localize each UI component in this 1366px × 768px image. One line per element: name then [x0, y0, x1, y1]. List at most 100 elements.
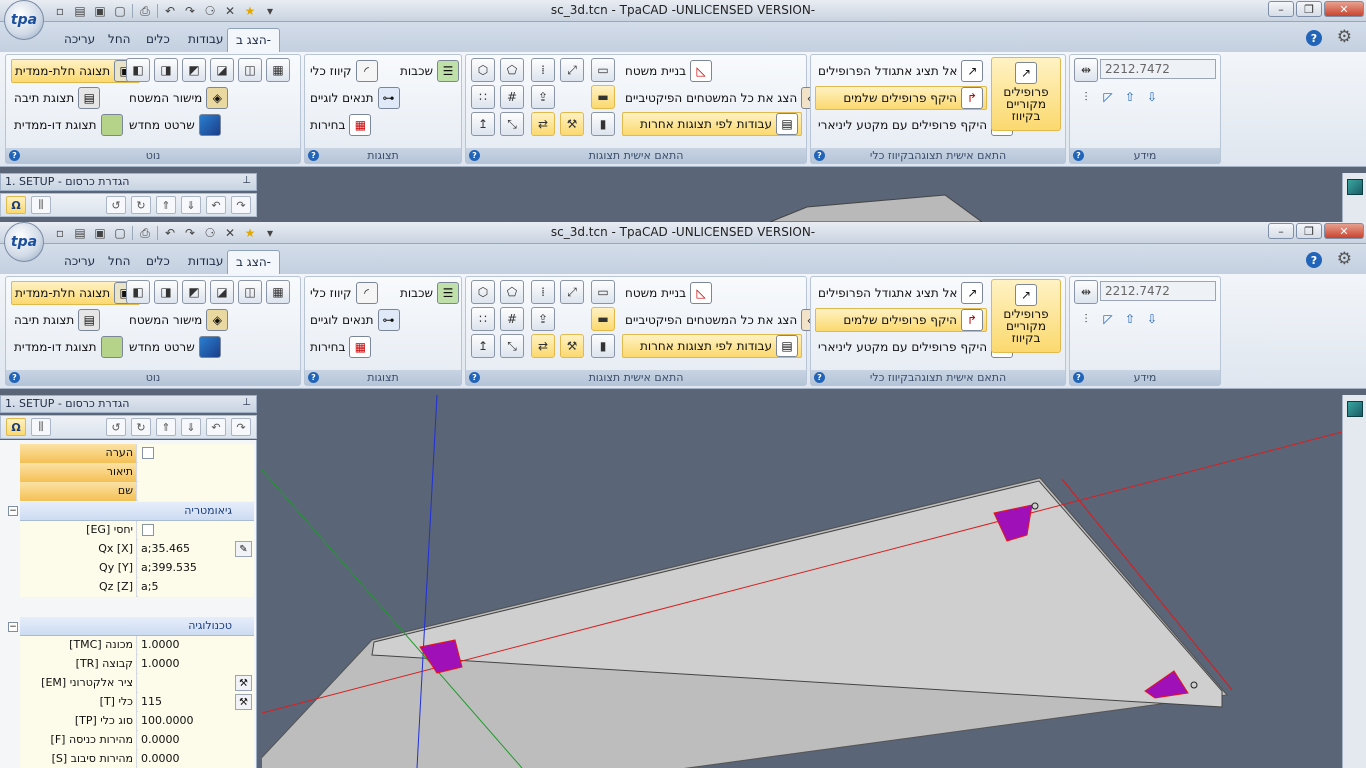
expand-icon[interactable]: ⤢ [560, 280, 584, 304]
arrow-select-icon[interactable]: ◸ [1096, 85, 1120, 109]
face-plane-button[interactable]: ◈ מישור המשטח [126, 308, 231, 332]
geometry-section-header[interactable]: גיאומטריה [20, 502, 254, 521]
property-row-speed[interactable]: 0.0000 מהירות סיבוב [S] [20, 750, 254, 768]
logic-conditions-button[interactable]: ⊶ תנאים לוגיים [307, 308, 403, 332]
redraw-button[interactable]: שרטט מחדש [126, 335, 224, 359]
tab-tools[interactable]: כלים [138, 28, 178, 52]
qy-value[interactable]: a;399.535 [138, 559, 254, 578]
upload-icon[interactable]: ⇪ [531, 85, 555, 109]
original-profiles-button[interactable]: ↗ פרופילים מקוריים בקיווז [991, 57, 1061, 131]
collapse-technology-icon[interactable]: − [8, 622, 18, 632]
help-icon[interactable]: ? [469, 372, 480, 383]
close-button[interactable]: ✕ [1324, 223, 1364, 239]
property-row-qz[interactable]: a;5 Qz [Z] [20, 578, 254, 597]
grid-points-icon[interactable]: ⁞ [531, 58, 555, 82]
property-row-qx[interactable]: a;35.465 ✎ Qx [X] [20, 540, 254, 559]
export-icon[interactable]: ⇧ [1118, 307, 1142, 331]
view-face-4-icon[interactable]: ◪ [210, 58, 234, 82]
note-checkbox[interactable] [142, 447, 154, 459]
linear-profiles-button[interactable]: ↱היקף פרופילים עם מקטע ליניארי [815, 335, 1016, 359]
view-face-2-icon[interactable]: ◨ [154, 280, 178, 304]
comb-icon[interactable]: ⫼ [31, 418, 51, 436]
view-face-5-icon[interactable]: ◫ [238, 280, 262, 304]
2d-view-button[interactable]: תצוגת דו-ממדית [11, 113, 126, 137]
view-face-2-icon[interactable]: ◨ [154, 58, 178, 82]
face-layer-icon[interactable]: ▬ [591, 85, 615, 109]
box-view-button[interactable]: ▤ תצוגת תיבה [11, 86, 103, 110]
help-icon[interactable]: ? [1073, 150, 1084, 161]
tab-works[interactable]: עבודות [180, 250, 231, 274]
help-icon[interactable]: ? [814, 372, 825, 383]
view-face-4-icon[interactable]: ◪ [210, 280, 234, 304]
polygon-icon[interactable]: ⬠ [500, 58, 524, 82]
property-row-name[interactable]: שם [20, 482, 254, 501]
collapse-geometry-icon[interactable]: − [8, 506, 18, 516]
pin-icon[interactable]: ⊥ [242, 175, 251, 186]
move-down-icon[interactable]: ⇓ [181, 418, 201, 436]
logic-conditions-button[interactable]: ⊶ תנאים לוגיים [307, 86, 403, 110]
rotate-icon[interactable]: ↺ [106, 196, 126, 214]
wrench-icon[interactable]: ⚒ [560, 112, 584, 136]
property-row-description[interactable]: תיאור [20, 463, 254, 482]
build-face-button[interactable]: ◺ בניית משטח [622, 281, 715, 305]
pin-icon[interactable]: ⊥ [242, 397, 251, 408]
rotate-2-icon[interactable]: ↻ [131, 196, 151, 214]
tab-apply[interactable]: החל [100, 250, 139, 274]
property-row-tool-type[interactable]: 100.0000 סוג כלי [TP] [20, 712, 254, 731]
2d-view-button[interactable]: תצוגת דו-ממדית [11, 335, 126, 359]
view-cube-icon[interactable] [1347, 401, 1363, 417]
collapse-icon[interactable]: ⤡ [500, 112, 524, 136]
technology-section-header[interactable]: טכנולוגיה [20, 617, 254, 636]
hammer-icon[interactable]: ⚒ [235, 675, 252, 691]
redo-icon[interactable]: ↷ [231, 196, 251, 214]
property-row-machine[interactable]: 1.0000 מכונה [TMC] [20, 636, 254, 655]
work-by-views-button[interactable]: ▤ עבודות לפי תצוגות אחרות [622, 334, 802, 358]
help-icon[interactable]: ? [9, 150, 20, 161]
dont-show-size-button[interactable]: ↗ אל תציג אתגודל הפרופילים [815, 281, 986, 305]
work-by-views-button[interactable]: ▤ עבודות לפי תצוגות אחרות [622, 112, 802, 136]
maximize-button[interactable]: ❐ [1296, 1, 1322, 17]
tab-apply[interactable]: החל [100, 28, 139, 52]
tool-path-button[interactable]: ◜ קיווז כלי [307, 59, 381, 83]
qz-value[interactable]: a;5 [138, 578, 254, 597]
axis-z-icon[interactable]: ↥ [471, 112, 495, 136]
redo-icon[interactable]: ↷ [231, 418, 251, 436]
gear-icon[interactable]: ⚙ [1337, 249, 1352, 269]
3d-viewport[interactable] [262, 173, 1342, 222]
undo-icon[interactable]: ↶ [206, 196, 226, 214]
axis-z-icon[interactable]: ↥ [471, 334, 495, 358]
property-row-note[interactable]: הערה [20, 444, 254, 463]
tab-works[interactable]: עבודות [180, 28, 231, 52]
layers-button[interactable]: ☰ שכבות [397, 281, 462, 305]
show-fictive-faces-button[interactable]: ◈הצג את כל המשטחים הפיקטיביים [622, 308, 826, 332]
view-cube-icon[interactable] [1347, 179, 1363, 195]
collapse-icon[interactable]: ⤡ [500, 334, 524, 358]
box-view-button[interactable]: ▤ תצוגת תיבה [11, 308, 103, 332]
move-down-icon[interactable]: ⇓ [181, 196, 201, 214]
measure-icon[interactable]: ⇹ [1074, 58, 1098, 82]
view-face-3-icon[interactable]: ◩ [182, 280, 206, 304]
build-face-button[interactable]: ◺ בניית משטח [622, 59, 715, 83]
face-plane-button[interactable]: ◈ מישור המשטח [126, 86, 231, 110]
layers-button[interactable]: ☰ שכבות [397, 59, 462, 83]
gear-icon[interactable]: ⚙ [1337, 27, 1352, 47]
minimize-button[interactable]: – [1268, 223, 1294, 239]
polygon-icon[interactable]: ⬠ [500, 280, 524, 304]
rotate-2-icon[interactable]: ↻ [131, 418, 151, 436]
view-face-6-icon[interactable]: ▦ [266, 58, 290, 82]
edit-icon[interactable]: ✎ [235, 541, 252, 557]
comb-icon[interactable]: ⫼ [31, 196, 51, 214]
measure-tools-icon[interactable]: ⫶ [1074, 85, 1098, 109]
export-icon[interactable]: ⇧ [1118, 85, 1142, 109]
import-icon[interactable]: ⇩ [1140, 85, 1164, 109]
tab-view[interactable]: הצג ב- [227, 28, 280, 52]
linear-profiles-button[interactable]: ↱היקף פרופילים עם מקטע ליניארי [815, 113, 1016, 137]
grid-icon[interactable]: # [500, 307, 524, 331]
partial-view-button[interactable]: ▣תצוגה חלת-ממדית [11, 59, 141, 83]
view-face-1-icon[interactable]: ◧ [126, 280, 150, 304]
tab-edit[interactable]: עריכה [56, 28, 103, 52]
omega-icon[interactable]: Ω [6, 196, 26, 214]
selections-button[interactable]: ▦ בחירות [307, 113, 374, 137]
property-row-relative[interactable]: יחסי [EG] [20, 521, 254, 540]
polyline-icon[interactable]: ⬡ [471, 280, 495, 304]
